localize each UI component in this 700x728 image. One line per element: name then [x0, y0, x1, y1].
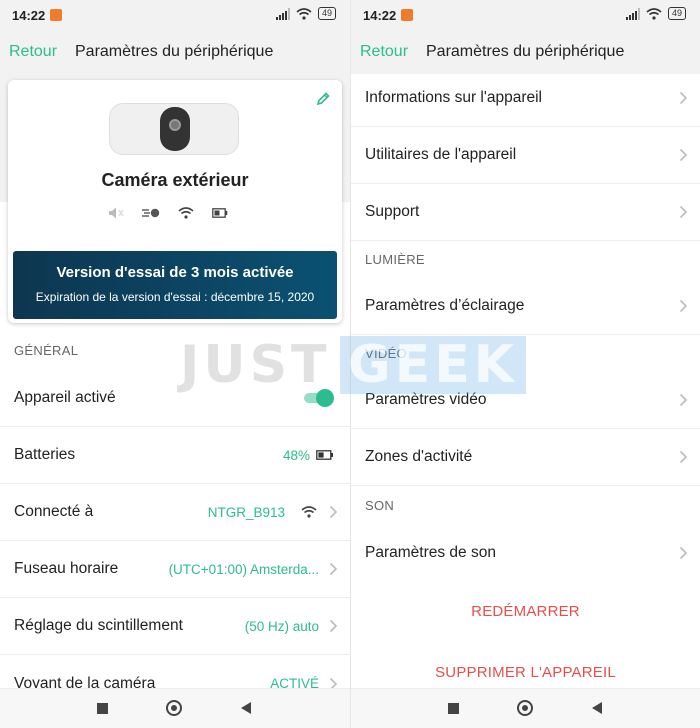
status-time: 14:22 — [363, 8, 397, 23]
row-video-settings[interactable]: Paramètres vidéo — [351, 372, 700, 429]
chevron-right-icon — [679, 205, 688, 219]
device-card: Caméra extérieur Version d'essai de 3 mo… — [8, 80, 342, 323]
device-info-label: Informations sur l'appareil — [365, 89, 542, 106]
sound-settings-label: Paramètres de son — [365, 543, 496, 561]
device-active-label: Appareil activé — [14, 389, 116, 406]
timezone-label: Fuseau horaire — [14, 560, 119, 577]
trial-title: Version d'essai de 3 mois activée — [56, 264, 294, 281]
wifi-strength-icon — [178, 207, 194, 219]
notification-icon — [50, 9, 62, 21]
chevron-right-icon — [679, 450, 688, 464]
battery-indicator: 49 — [667, 7, 686, 20]
row-sound-settings[interactable]: Paramètres de son — [351, 524, 700, 581]
chevron-right-icon — [679, 393, 688, 407]
system-icons: 49 — [625, 7, 686, 20]
signal-icon — [625, 7, 640, 20]
chevron-right-icon — [679, 148, 688, 162]
section-light: LUMIÈRE — [365, 252, 425, 267]
row-device-active[interactable]: Appareil activé — [0, 370, 350, 427]
app-bar: Retour Paramètres du périphérique — [0, 30, 350, 74]
app-bar: Retour Paramètres du périphérique — [351, 30, 700, 74]
page-title: Paramètres du périphérique — [75, 43, 274, 60]
support-label: Support — [365, 203, 420, 220]
camera-body — [160, 107, 190, 151]
motion-sensor-icon — [142, 208, 160, 218]
row-connected-to[interactable]: Connecté à NTGR_B913 — [0, 484, 350, 541]
trial-expiration: Expiration de la version d'essai : décem… — [35, 290, 315, 304]
connected-network: NTGR_B913 — [207, 504, 285, 520]
back-button[interactable]: Retour — [360, 43, 408, 61]
camera-lens — [169, 119, 181, 131]
flicker-value: (50 Hz) auto — [244, 618, 319, 634]
system-nav-bar — [0, 688, 350, 728]
wifi-icon — [301, 506, 317, 518]
video-settings-label: Paramètres vidéo — [365, 391, 487, 408]
row-support[interactable]: Support — [351, 184, 700, 241]
status-time: 14:22 — [12, 8, 46, 23]
section-general: GÉNÉRAL — [14, 343, 79, 358]
page-title: Paramètres du périphérique — [426, 43, 625, 60]
device-status-icons — [108, 206, 228, 220]
battery-level-icon — [316, 450, 333, 460]
device-active-toggle[interactable] — [304, 389, 334, 407]
chevron-right-icon — [679, 91, 688, 105]
status-bar: 14:22 49 — [351, 0, 700, 30]
row-timezone[interactable]: Fuseau horaire (UTC+01:00) Amsterda... — [0, 541, 350, 598]
notification-icon — [401, 9, 413, 21]
chevron-right-icon — [679, 546, 688, 559]
camera-image — [109, 103, 239, 155]
row-device-info[interactable]: Informations sur l'appareil — [351, 70, 700, 127]
signal-icon — [275, 7, 290, 20]
system-nav-bar — [351, 688, 700, 728]
chevron-right-icon — [329, 505, 338, 519]
activity-zones-label: Zones d'activité — [365, 448, 473, 465]
speaker-muted-icon — [109, 207, 124, 219]
row-activity-zones[interactable]: Zones d'activité — [351, 429, 700, 486]
row-lighting-settings[interactable]: Paramètres d’éclairage — [351, 278, 700, 335]
battery-icon — [212, 208, 228, 218]
trial-banner[interactable]: Version d'essai de 3 mois activée Expira… — [13, 251, 337, 319]
system-icons: 49 — [275, 7, 336, 20]
batteries-value: 48% — [282, 447, 310, 463]
batteries-label: Batteries — [14, 446, 76, 463]
wifi-icon — [646, 7, 662, 20]
system-back-button[interactable] — [592, 702, 602, 714]
system-back-button[interactable] — [241, 702, 251, 714]
lighting-settings-label: Paramètres d’éclairage — [365, 297, 525, 314]
flicker-label: Réglage du scintillement — [14, 617, 183, 634]
device-name: Caméra extérieur — [101, 170, 249, 190]
device-utilities-label: Utilitaires de l'appareil — [365, 146, 517, 163]
chevron-right-icon — [329, 562, 338, 576]
row-flicker[interactable]: Réglage du scintillement (50 Hz) auto — [0, 598, 350, 655]
section-sound: SON — [365, 498, 395, 513]
connected-label: Connecté à — [14, 503, 94, 520]
home-button[interactable] — [166, 700, 182, 716]
right-screen: 14:22 49 Retour Paramètres du périphériq… — [350, 0, 700, 728]
timezone-value: (UTC+01:00) Amsterda... — [168, 561, 319, 577]
row-device-utilities[interactable]: Utilitaires de l'appareil — [351, 127, 700, 184]
delete-device-button[interactable]: SUPPRIMER L'APPAREIL — [351, 664, 700, 681]
wifi-icon — [296, 7, 312, 20]
recents-button[interactable] — [97, 703, 108, 714]
back-button[interactable]: Retour — [9, 43, 57, 61]
home-button[interactable] — [517, 700, 533, 716]
chevron-right-icon — [329, 619, 338, 633]
battery-indicator: 49 — [317, 7, 336, 20]
status-bar: 14:22 49 — [0, 0, 350, 30]
left-screen: 14:22 49 Retour Paramètres du périphériq… — [0, 0, 350, 728]
restart-button[interactable]: REDÉMARRER — [351, 603, 700, 620]
row-batteries: Batteries 48% — [0, 427, 350, 484]
section-video: VIDÉO — [365, 346, 407, 361]
recents-button[interactable] — [448, 703, 459, 714]
chevron-right-icon — [679, 299, 688, 313]
edit-icon[interactable] — [316, 92, 330, 106]
